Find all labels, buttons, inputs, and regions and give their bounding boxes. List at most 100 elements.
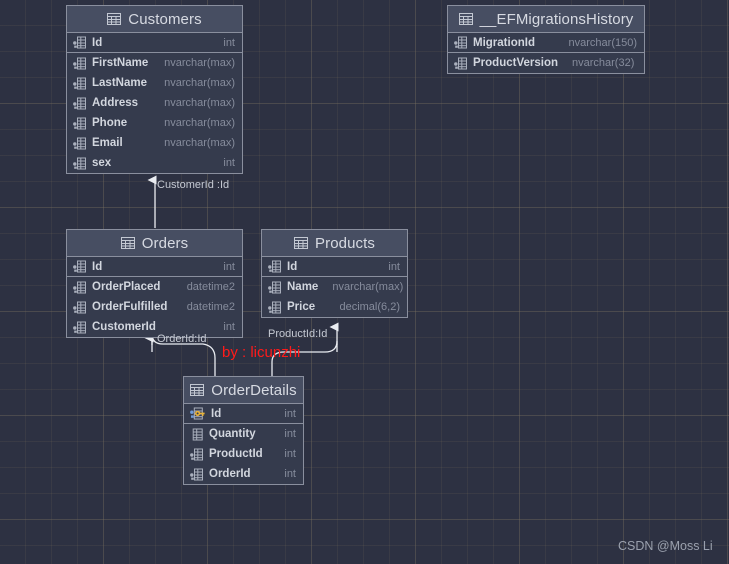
column-icon — [190, 448, 203, 460]
table-title: Customers — [128, 10, 202, 28]
column-icon — [73, 77, 86, 89]
column-icon — [73, 260, 86, 273]
column-type: nvarchar(max) — [164, 77, 235, 89]
column-name: ProductId — [209, 448, 263, 460]
column-type: int — [284, 468, 296, 480]
primary-key-icon — [190, 407, 205, 420]
column-type: datetime2 — [186, 281, 235, 293]
table-icon — [107, 13, 122, 25]
table-row[interactable]: Email nvarchar(max) — [67, 133, 242, 153]
diagram-canvas[interactable]: Customers Id int FirstName nvarchar(max)… — [0, 0, 729, 564]
table-header-efmigrationshistory[interactable]: __EFMigrationsHistory — [448, 6, 644, 33]
column-type: nvarchar(32) — [572, 57, 635, 69]
table-row[interactable]: LastName nvarchar(max) — [67, 73, 242, 93]
column-name: Id — [92, 260, 103, 273]
column-name: OrderFulfilled — [92, 301, 168, 313]
site-credit-watermark: CSDN @Moss Li — [618, 539, 713, 553]
table-row[interactable]: OrderId int — [184, 464, 303, 484]
column-name: Email — [92, 137, 123, 149]
table-title: Products — [315, 234, 375, 252]
relationship-label-orderid: OrderId:Id — [157, 333, 207, 345]
column-icon — [73, 157, 86, 169]
column-name: Id — [92, 36, 103, 49]
column-name: OrderId — [209, 468, 251, 480]
column-type: nvarchar(max) — [164, 97, 235, 109]
table-row[interactable]: ProductId int — [184, 444, 303, 464]
table-node-orderdetails[interactable]: OrderDetails Id int Quantity int Product… — [183, 376, 304, 485]
table-row[interactable]: Id int — [67, 257, 242, 277]
column-name: ProductVersion — [473, 57, 558, 69]
table-node-products[interactable]: Products Id int Name nvarchar(max) Price… — [261, 229, 408, 318]
table-node-orders[interactable]: Orders Id int OrderPlaced datetime2 Orde… — [66, 229, 243, 338]
table-row[interactable]: Quantity int — [184, 424, 303, 444]
relationship-label-productid: ProductId:Id — [268, 328, 328, 340]
column-type: int — [223, 157, 235, 169]
table-header-customers[interactable]: Customers — [67, 6, 242, 33]
column-name: OrderPlaced — [92, 281, 161, 293]
column-name: sex — [92, 157, 112, 169]
table-row[interactable]: Phone nvarchar(max) — [67, 113, 242, 133]
column-icon — [73, 57, 86, 69]
column-name: CustomerId — [92, 321, 156, 333]
table-icon — [458, 13, 473, 25]
column-name: Name — [287, 281, 319, 293]
table-row[interactable]: Price decimal(6,2) — [262, 297, 407, 317]
column-type: datetime2 — [186, 301, 235, 313]
table-icon — [190, 384, 205, 396]
table-row[interactable]: OrderPlaced datetime2 — [67, 277, 242, 297]
table-row[interactable]: ProductVersion nvarchar(32) — [448, 53, 644, 73]
column-type: decimal(6,2) — [339, 301, 400, 313]
column-name: Id — [211, 407, 222, 420]
table-header-orderdetails[interactable]: OrderDetails — [184, 377, 303, 404]
column-type: nvarchar(150) — [568, 36, 637, 49]
column-icon — [268, 260, 281, 273]
column-name: Phone — [92, 117, 128, 129]
column-type: int — [284, 448, 296, 460]
author-watermark: by : licunzhi — [222, 344, 301, 361]
table-row[interactable]: Id int — [184, 404, 303, 424]
column-type: int — [223, 36, 235, 49]
table-title: __EFMigrationsHistory — [479, 10, 634, 28]
table-row[interactable]: MigrationId nvarchar(150) — [448, 33, 644, 53]
table-icon — [294, 237, 308, 249]
table-node-efmigrationshistory[interactable]: __EFMigrationsHistory MigrationId nvarch… — [447, 5, 645, 74]
column-name: Price — [287, 301, 316, 313]
column-icon — [73, 321, 86, 333]
column-icon — [190, 468, 203, 480]
column-type: int — [223, 260, 235, 273]
column-type: int — [284, 428, 296, 440]
column-type: int — [223, 321, 235, 333]
table-row[interactable]: Address nvarchar(max) — [67, 93, 242, 113]
column-name: LastName — [92, 77, 147, 89]
table-row[interactable]: OrderFulfilled datetime2 — [67, 297, 242, 317]
column-icon — [73, 117, 86, 129]
table-title: Orders — [141, 234, 189, 252]
table-row[interactable]: sex int — [67, 153, 242, 173]
table-header-products[interactable]: Products — [262, 230, 407, 257]
column-type: int — [388, 260, 400, 273]
column-icon — [73, 301, 86, 313]
table-row[interactable]: Name nvarchar(max) — [262, 277, 407, 297]
column-icon — [268, 281, 281, 293]
table-row[interactable]: FirstName nvarchar(max) — [67, 53, 242, 73]
table-title: OrderDetails — [211, 381, 297, 399]
column-type: nvarchar(max) — [332, 281, 404, 293]
column-icon — [73, 97, 86, 109]
column-icon — [73, 281, 86, 293]
table-header-orders[interactable]: Orders — [67, 230, 242, 257]
column-icon — [73, 137, 86, 149]
relationship-label-customerid: CustomerId :Id — [157, 179, 230, 191]
column-type: int — [284, 407, 296, 420]
column-icon — [268, 301, 281, 313]
column-name: MigrationId — [473, 36, 535, 49]
column-icon — [192, 428, 203, 440]
column-type: nvarchar(max) — [164, 137, 235, 149]
column-icon — [454, 36, 467, 49]
table-row[interactable]: Id int — [262, 257, 407, 277]
column-icon — [454, 57, 467, 69]
table-node-customers[interactable]: Customers Id int FirstName nvarchar(max)… — [66, 5, 243, 174]
table-row[interactable]: CustomerId int — [67, 317, 242, 337]
table-row[interactable]: Id int — [67, 33, 242, 53]
column-type: nvarchar(max) — [164, 57, 235, 69]
column-name: FirstName — [92, 57, 149, 69]
